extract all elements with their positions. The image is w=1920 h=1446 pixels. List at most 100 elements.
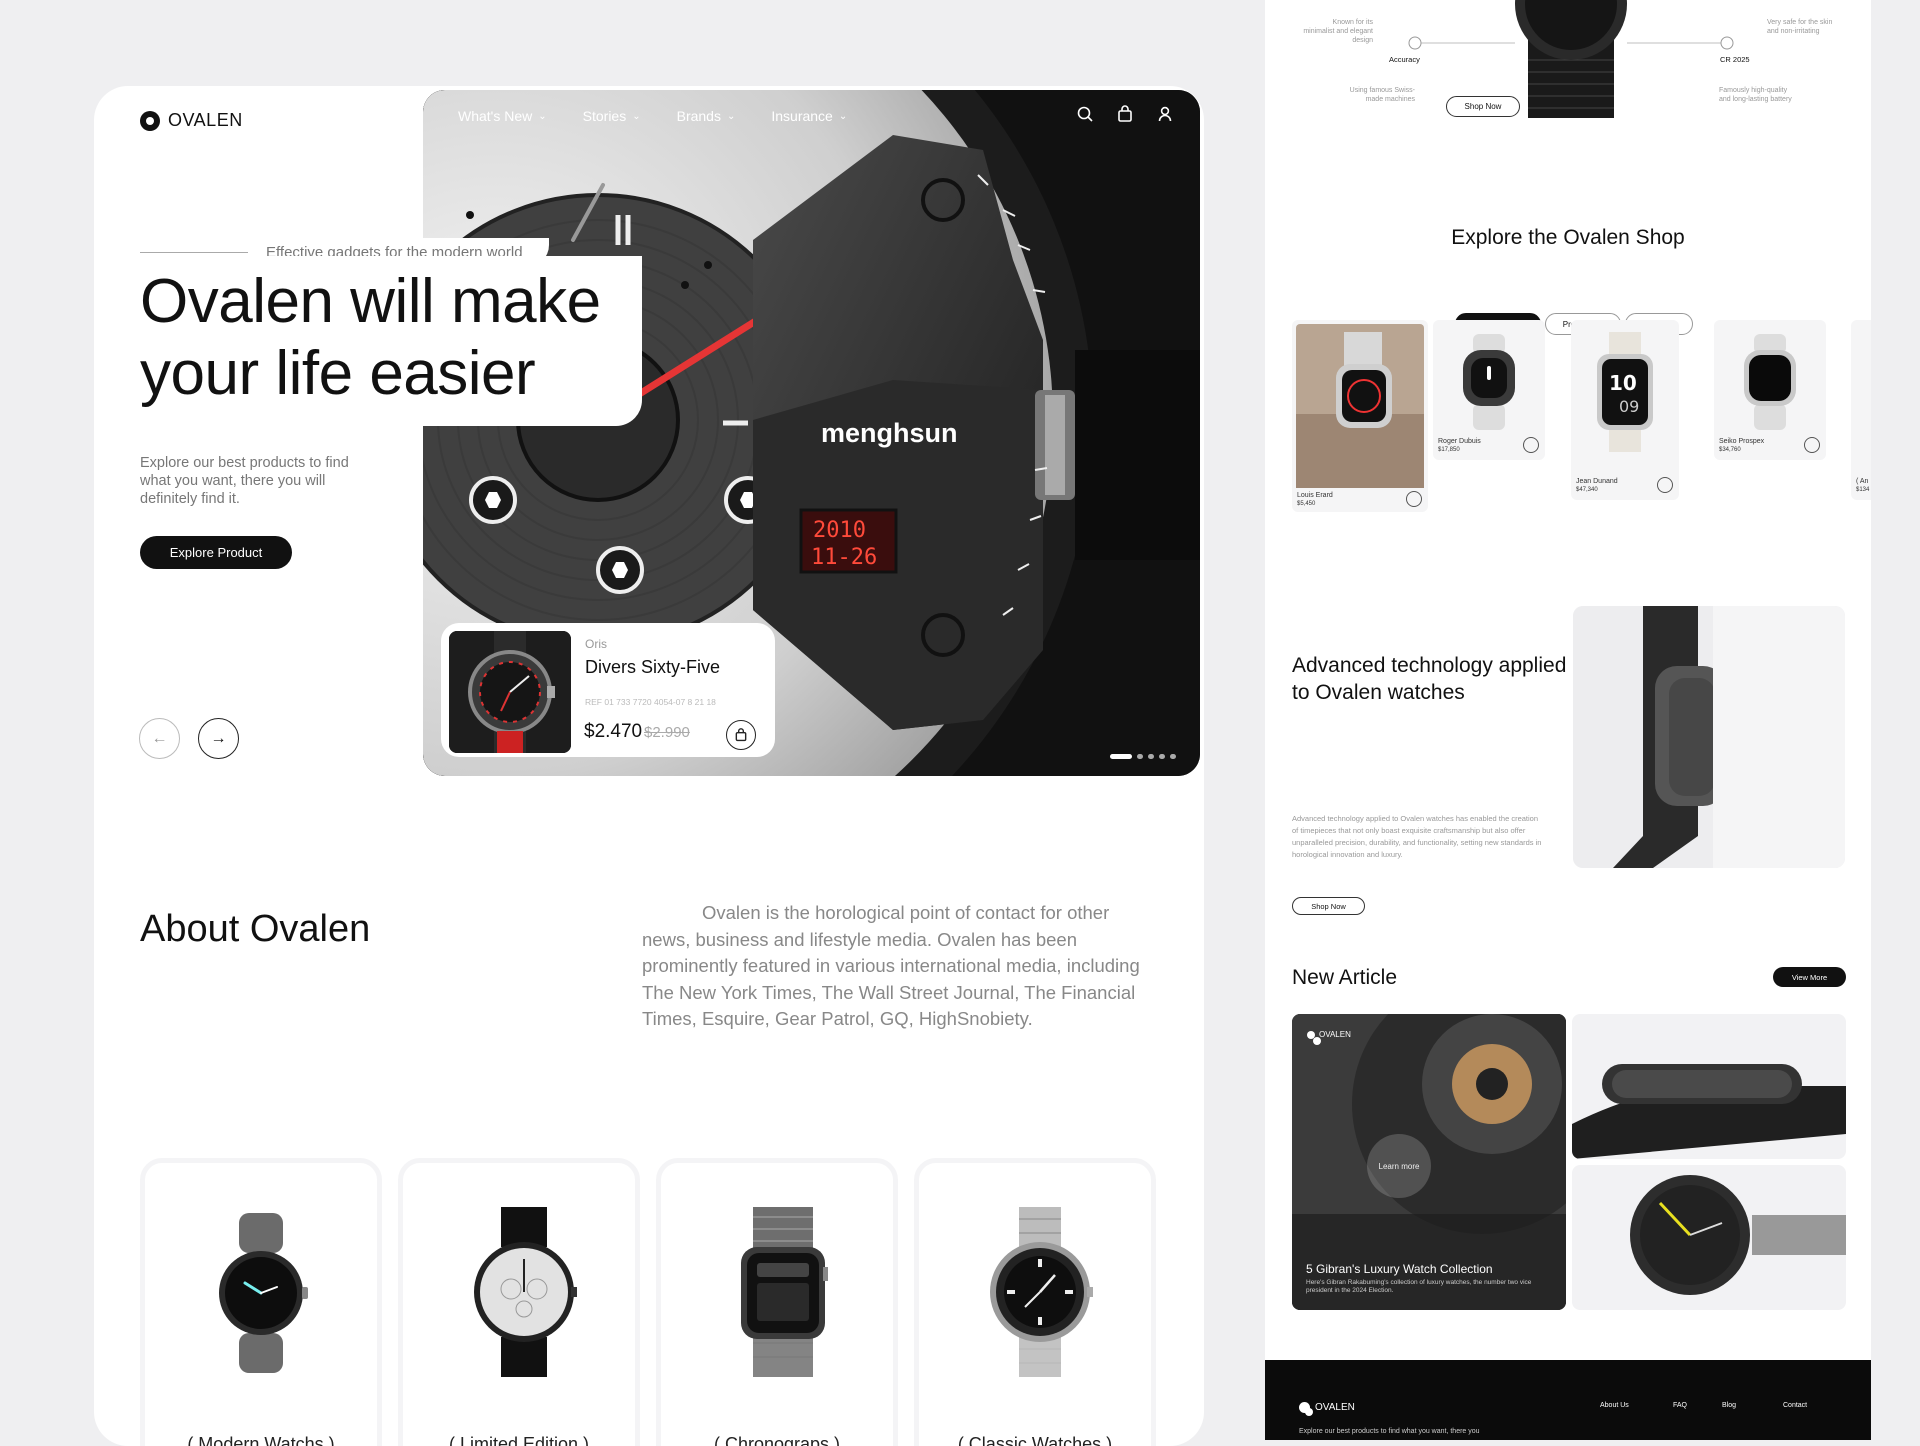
category-card-classic[interactable]: ( Classic Watches ): [914, 1158, 1156, 1446]
chevron-down-icon: ⌄: [838, 110, 848, 122]
right-preview-panel: Known for its minimalist and elegant des…: [1265, 0, 1871, 1440]
add-to-cart-button[interactable]: [726, 720, 756, 750]
slide-dot[interactable]: [1110, 754, 1132, 759]
shop-product-card[interactable]: Roger Dubuis $17,850: [1433, 320, 1545, 460]
product-price: $5,450: [1297, 501, 1316, 507]
view-more-button[interactable]: View More: [1773, 967, 1846, 987]
modern-watch-image: [219, 1213, 308, 1373]
watch-display-day: 11-26: [811, 545, 877, 570]
category-label: ( Chronograps ): [713, 1434, 841, 1446]
chevron-down-icon: ⌄: [726, 110, 736, 122]
footer-brand: OVALEN: [1315, 1402, 1355, 1413]
feature-battery-text: Famously high-quality and long-lasting b…: [1719, 87, 1792, 103]
about-text: Ovalen is the horological point of conta…: [642, 902, 1140, 1029]
user-icon[interactable]: [1156, 105, 1174, 123]
footer-link-blog[interactable]: Blog: [1722, 1402, 1736, 1409]
product-brand: Oris: [585, 637, 607, 651]
product-name: Roger Dubuis: [1438, 438, 1481, 445]
cart-icon[interactable]: [1523, 437, 1539, 453]
nav-label: What's New: [458, 108, 533, 124]
featured-product-card[interactable]: Oris Divers Sixty-Five REF 01 733 7720 4…: [441, 623, 775, 757]
article-badge: OVALEN: [1307, 1030, 1351, 1045]
advanced-shop-now-button[interactable]: Shop Now: [1292, 897, 1365, 915]
article-title: 5 Gibran's Luxury Watch Collection: [1306, 1262, 1493, 1276]
classic-watch-image: [990, 1207, 1093, 1377]
bag-icon: [735, 728, 747, 742]
footer-link-about[interactable]: About Us: [1600, 1402, 1629, 1409]
product-price: $2.470: [584, 721, 643, 742]
limited-watch-image: [474, 1207, 577, 1377]
logo-mark-icon: [1307, 1030, 1321, 1045]
svg-text:10: 10: [1609, 371, 1637, 395]
cart-icon[interactable]: [1657, 477, 1673, 493]
search-icon[interactable]: [1076, 105, 1094, 123]
product-name: Jean Dunand: [1576, 478, 1618, 485]
slide-indicator: [1110, 754, 1176, 759]
chronograph-watch-image: [741, 1207, 828, 1377]
learn-more-button[interactable]: Learn more: [1367, 1134, 1431, 1198]
article-badge-text: OVALEN: [1319, 1030, 1351, 1039]
nav-item-insurance[interactable]: Insurance ⌄: [771, 108, 847, 124]
arrow-right-icon: →: [210, 729, 227, 747]
category-card-chronographs[interactable]: ( Chronograps ): [656, 1158, 898, 1446]
nav-label: Stories: [582, 108, 627, 124]
footer-text: Explore our best products to find what y…: [1299, 1428, 1480, 1435]
nav-item-stories[interactable]: Stories ⌄: [583, 108, 641, 124]
product-price: $134: [1856, 487, 1870, 493]
about-title: About Ovalen: [140, 908, 371, 950]
arrow-left-icon: ←: [151, 729, 168, 747]
shop-product-card[interactable]: ( An $134: [1851, 320, 1871, 500]
shop-title: Explore the Ovalen Shop: [1451, 226, 1685, 249]
nav-label: Insurance: [771, 108, 833, 124]
header-icons: [1076, 105, 1174, 123]
feature-accuracy-label: Accuracy: [1389, 55, 1420, 64]
slide-dot[interactable]: [1170, 754, 1176, 759]
product-image: [1463, 334, 1515, 430]
new-article-title: New Article: [1292, 966, 1398, 989]
explore-product-button[interactable]: Explore Product: [140, 536, 292, 569]
category-label: ( Limited Edition ): [448, 1434, 590, 1446]
slide-dot[interactable]: [1159, 754, 1165, 759]
shop-product-card[interactable]: 10 09 Jean Dunand $47,340: [1571, 320, 1679, 500]
category-card-modern[interactable]: ( Modern Watchs ): [140, 1158, 382, 1446]
category-label: ( Modern Watchs ): [187, 1434, 335, 1446]
category-label: ( Classic Watches ): [957, 1434, 1113, 1446]
product-name: Louis Erard: [1297, 492, 1333, 499]
shop-product-card[interactable]: Seiko Prospex $34,760: [1714, 320, 1826, 460]
advanced-watch-image: [1573, 606, 1845, 868]
cart-icon[interactable]: [1406, 491, 1422, 507]
next-slide-button[interactable]: →: [198, 718, 239, 759]
product-price: $47,340: [1576, 487, 1598, 493]
advanced-text: Advanced technology applied to Ovalen wa…: [1292, 814, 1542, 859]
brand-logo[interactable]: OVALEN: [140, 110, 243, 131]
product-image: 10 09: [1597, 332, 1653, 452]
cart-icon[interactable]: [1804, 437, 1820, 453]
logo-mark-icon: [1299, 1402, 1313, 1416]
category-card-limited[interactable]: ( Limited Edition ): [398, 1158, 640, 1446]
bag-icon[interactable]: [1116, 105, 1134, 123]
nav-item-whats-new[interactable]: What's New ⌄: [458, 108, 547, 124]
feature-swiss-text: Using famous Swiss-made machines: [1349, 87, 1415, 103]
product-old-price: $2.990: [644, 724, 690, 741]
chevron-down-icon: ⌄: [632, 110, 641, 122]
nav-label: Brands: [676, 108, 721, 124]
prev-slide-button[interactable]: ←: [139, 718, 180, 759]
nav-item-brands[interactable]: Brands ⌄: [677, 108, 736, 124]
product-price: $17,850: [1438, 447, 1460, 453]
footer-logo[interactable]: OVALEN: [1299, 1402, 1355, 1416]
article-subtitle: Here's Gibran Rakabuming's collection of…: [1306, 1279, 1532, 1294]
hero-headline: Ovalen will make your life easier: [140, 267, 601, 408]
slide-dot[interactable]: [1137, 754, 1143, 759]
article-side-image-bottom[interactable]: [1572, 1165, 1846, 1310]
watch-display-date: 2010: [813, 518, 866, 543]
footer: OVALEN Explore our best products to find…: [1265, 1360, 1871, 1440]
product-name: ( An: [1856, 478, 1869, 485]
footer-link-contact[interactable]: Contact: [1783, 1402, 1807, 1409]
footer-link-faq[interactable]: FAQ: [1673, 1402, 1687, 1409]
feature-shop-now-button[interactable]: Shop Now: [1446, 96, 1520, 117]
shop-product-card[interactable]: Louis Erard $5,450: [1292, 320, 1428, 512]
brand-name: OVALEN: [168, 110, 243, 130]
svg-text:09: 09: [1619, 397, 1639, 416]
slide-dot[interactable]: [1148, 754, 1154, 759]
article-side-image-top[interactable]: [1572, 1014, 1846, 1159]
